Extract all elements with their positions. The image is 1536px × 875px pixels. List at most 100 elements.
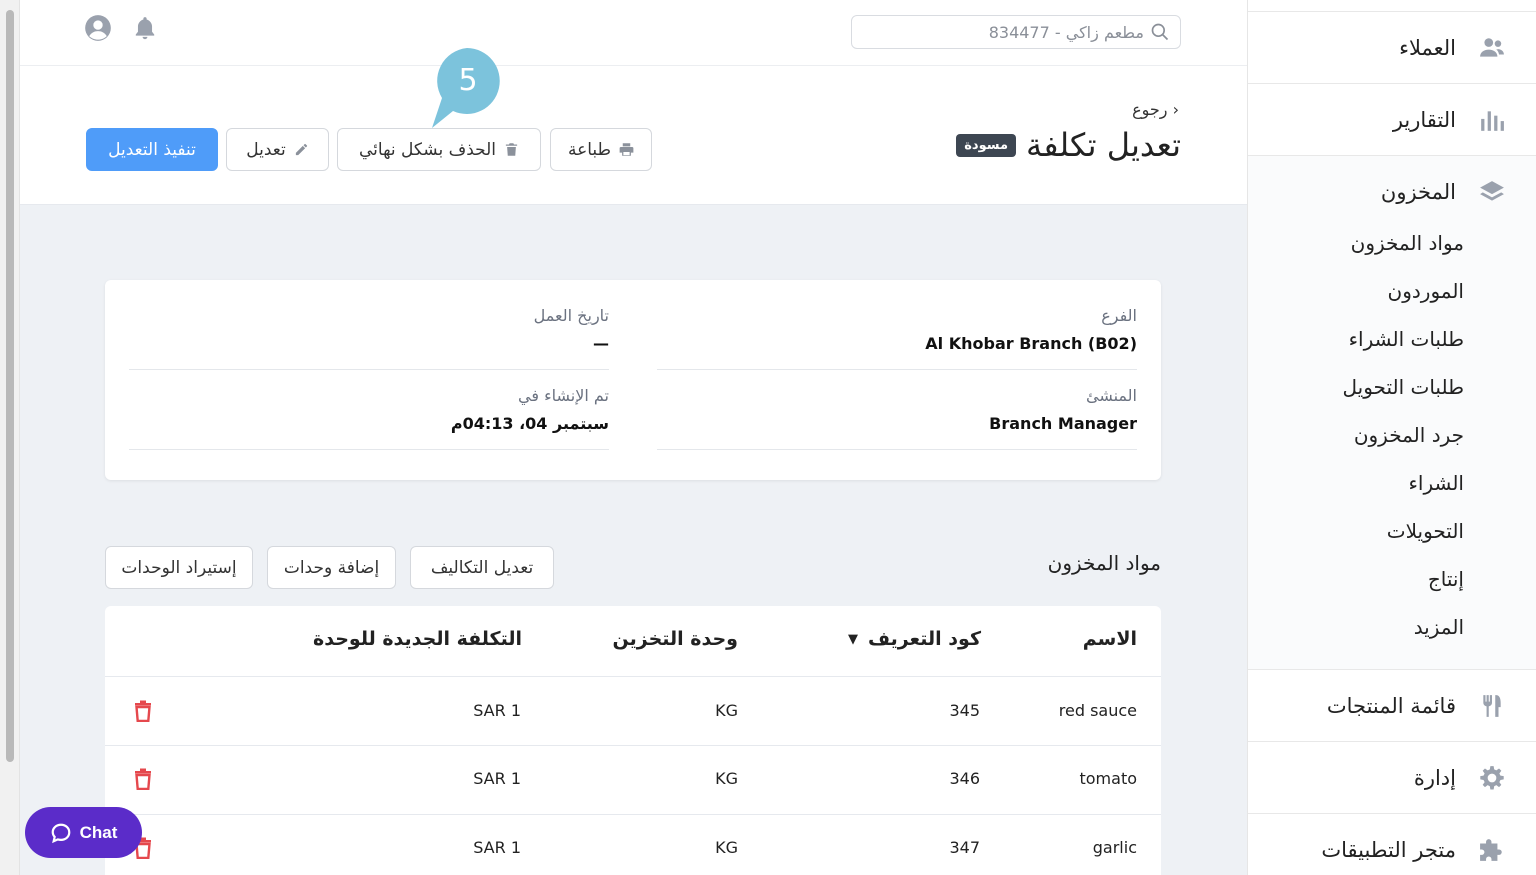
col-name[interactable]: الاسم [1083, 628, 1137, 650]
col-new-cost[interactable]: التكلفة الجديدة للوحدة [313, 628, 522, 650]
sidebar: العملاء التقارير المخزون مواد المخزون ال… [1247, 0, 1536, 875]
gear-icon [1478, 764, 1506, 792]
status-badge: مسودة [956, 133, 1017, 157]
search-input[interactable] [864, 22, 1144, 42]
sidebar-label: قائمة المنتجات [1326, 693, 1456, 718]
sidebar-subitem-purchase-orders[interactable]: طلبات الشراء [1248, 315, 1536, 363]
delete-permanent-button[interactable]: الحذف بشكل نهائي [337, 128, 541, 171]
table-row[interactable]: garlic 347 KG SAR 1 [105, 815, 1161, 875]
page-title: تعديل تكلفة [1026, 126, 1181, 164]
branch-label: الفرع [1101, 306, 1137, 325]
search-icon [1151, 23, 1169, 41]
sidebar-label: متجر التطبيقات [1321, 837, 1456, 862]
utensils-icon [1478, 692, 1506, 720]
sidebar-item-manage[interactable]: إدارة [1248, 742, 1536, 813]
layers-icon [1478, 178, 1506, 206]
edit-button[interactable]: تعديل [226, 128, 329, 171]
sidebar-subitem-purchasing[interactable]: الشراء [1248, 459, 1536, 507]
sidebar-item-customers[interactable]: العملاء [1248, 12, 1536, 83]
cell-sku: 345 [949, 701, 980, 720]
scrollbar[interactable] [0, 0, 20, 875]
col-sku[interactable]: كود التعريف ▼ [848, 628, 981, 650]
cell-unit: KG [715, 701, 738, 720]
bar-chart-icon [1478, 106, 1506, 134]
sidebar-label: المخزون [1380, 179, 1456, 204]
created-at-label: تم الإنشاء في [518, 386, 609, 405]
delete-row-icon[interactable] [133, 768, 153, 790]
back-label: رجوع [1132, 100, 1168, 119]
created-at-value: سبتمبر 04، 04:13م [450, 414, 609, 433]
sidebar-item-menu[interactable]: قائمة المنتجات [1248, 670, 1536, 741]
sidebar-subitem-transfers[interactable]: التحويلات [1248, 507, 1536, 555]
title-wrap: تعديل تكلفة مسودة [956, 126, 1181, 164]
import-units-button[interactable]: إستيراد الوحدات [105, 546, 253, 589]
sidebar-label: العملاء [1399, 35, 1456, 60]
step-number: 5 [458, 63, 477, 98]
cell-cost: SAR 1 [473, 769, 521, 788]
items-table: الاسم كود التعريف ▼ وحدة التخزين التكلفة… [105, 606, 1161, 875]
sidebar-subitem-production[interactable]: إنتاج [1248, 555, 1536, 603]
search-box[interactable] [851, 15, 1181, 49]
pencil-icon [295, 143, 307, 156]
trash-icon [505, 143, 518, 156]
table-header-row: الاسم كود التعريف ▼ وحدة التخزين التكلفة… [105, 606, 1161, 677]
cell-name: garlic [1092, 838, 1137, 857]
col-sku-label: كود التعريف [867, 628, 981, 650]
sidebar-item-inventory[interactable]: المخزون [1248, 156, 1536, 227]
apply-adjustment-button[interactable]: تنفيذ التعديل [86, 128, 218, 171]
sidebar-subitem-suppliers[interactable]: الموردون [1248, 267, 1536, 315]
cell-sku: 347 [949, 838, 980, 857]
branch-field: الفرع Al Khobar Branch (B02) [657, 298, 1137, 370]
print-label: طباعة [567, 139, 612, 160]
sidebar-subitem-inventory-count[interactable]: جرد المخزون [1248, 411, 1536, 459]
sort-down-icon: ▼ [847, 631, 858, 647]
puzzle-icon [1478, 836, 1506, 864]
sidebar-label: إدارة [1413, 765, 1456, 790]
edit-label: تعديل [246, 139, 286, 160]
chat-button[interactable]: Chat [25, 807, 142, 858]
step-marker: 5 [432, 48, 500, 128]
delete-permanent-label: الحذف بشكل نهائي [358, 139, 497, 160]
back-link[interactable]: ‹ رجوع [1132, 100, 1179, 119]
print-button[interactable]: طباعة [550, 128, 652, 171]
items-section-title: مواد المخزون [1047, 551, 1161, 575]
chevron-left-icon: ‹ [1172, 100, 1179, 119]
sidebar-label: التقارير [1392, 107, 1456, 132]
cell-cost: SAR 1 [473, 701, 521, 720]
business-date-field: تاريخ العمل — [129, 298, 609, 370]
sidebar-item-reports[interactable]: التقارير [1248, 84, 1536, 155]
table-row[interactable]: tomato 346 KG SAR 1 [105, 746, 1161, 815]
sidebar-subitem-inventory-items[interactable]: مواد المخزون [1248, 219, 1536, 267]
top-bar [20, 0, 1247, 66]
cell-name: red sauce [1058, 701, 1137, 720]
creator-value: Branch Manager [989, 414, 1137, 433]
delete-row-icon[interactable] [133, 700, 153, 722]
business-date-label: تاريخ العمل [533, 306, 609, 325]
users-icon [1478, 34, 1506, 62]
created-at-field: تم الإنشاء في سبتمبر 04، 04:13م [129, 378, 609, 450]
page-header: ‹ رجوع تعديل تكلفة مسودة طباعة الحذف بشك… [20, 66, 1247, 205]
col-storage-unit[interactable]: وحدة التخزين [613, 628, 738, 650]
branch-value: Al Khobar Branch (B02) [925, 334, 1137, 353]
chat-label: Chat [79, 822, 118, 842]
apply-label: تنفيذ التعديل [108, 139, 196, 160]
cell-sku: 346 [949, 769, 980, 788]
sidebar-item-marketplace[interactable]: متجر التطبيقات [1248, 814, 1536, 875]
scrollbar-thumb[interactable] [6, 10, 14, 762]
main-content: الفرع Al Khobar Branch (B02) تاريخ العمل… [20, 205, 1247, 875]
sidebar-subitem-transfer-orders[interactable]: طلبات التحويل [1248, 363, 1536, 411]
cell-unit: KG [715, 838, 738, 857]
edit-costs-button[interactable]: تعديل التكاليف [410, 546, 554, 589]
creator-field: المنشئ Branch Manager [657, 378, 1137, 450]
bell-icon[interactable] [132, 14, 160, 42]
sidebar-subitem-more[interactable]: المزيد [1248, 603, 1536, 651]
chat-bubble-icon [51, 823, 70, 843]
cell-cost: SAR 1 [473, 838, 521, 857]
details-card: الفرع Al Khobar Branch (B02) تاريخ العمل… [105, 280, 1161, 480]
user-icon[interactable] [84, 14, 112, 42]
add-units-button[interactable]: إضافة وحدات [267, 546, 396, 589]
cell-unit: KG [715, 769, 738, 788]
cell-name: tomato [1079, 769, 1137, 788]
table-row[interactable]: red sauce 345 KG SAR 1 [105, 677, 1161, 746]
inventory-submenu: مواد المخزون الموردون طلبات الشراء طلبات… [1248, 219, 1536, 669]
